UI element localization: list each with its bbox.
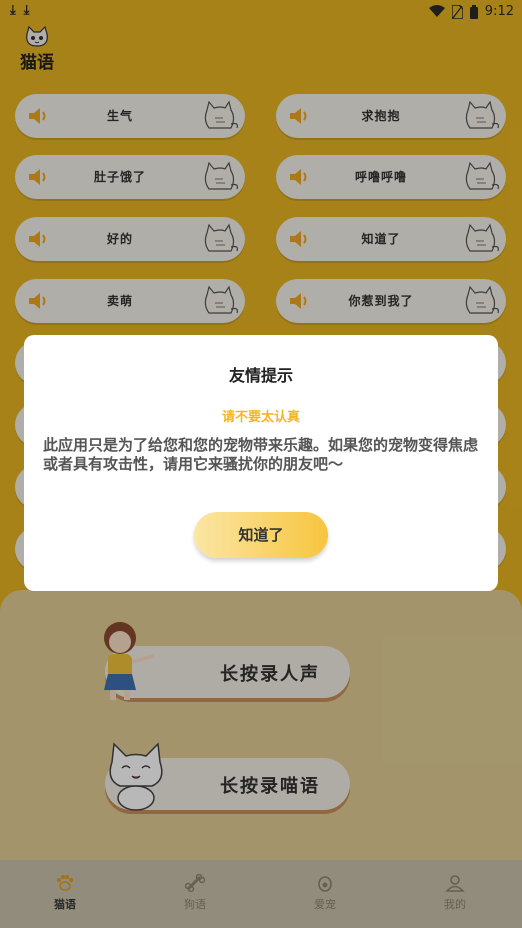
dialog-subtitle: 请不要太认真 bbox=[221, 410, 300, 425]
dialog-title: 友情提示 bbox=[228, 366, 293, 385]
got-it-button[interactable]: 知道了 bbox=[194, 512, 328, 558]
dialog-body: 此应用只是为了给您和您的宠物带来乐趣。如果您的宠物变得焦虑或者具有攻击性，请用它… bbox=[43, 436, 479, 473]
friendly-tip-dialog: 友情提示 请不要太认真 此应用只是为了给您和您的宠物带来乐趣。如果您的宠物变得焦… bbox=[24, 335, 498, 591]
